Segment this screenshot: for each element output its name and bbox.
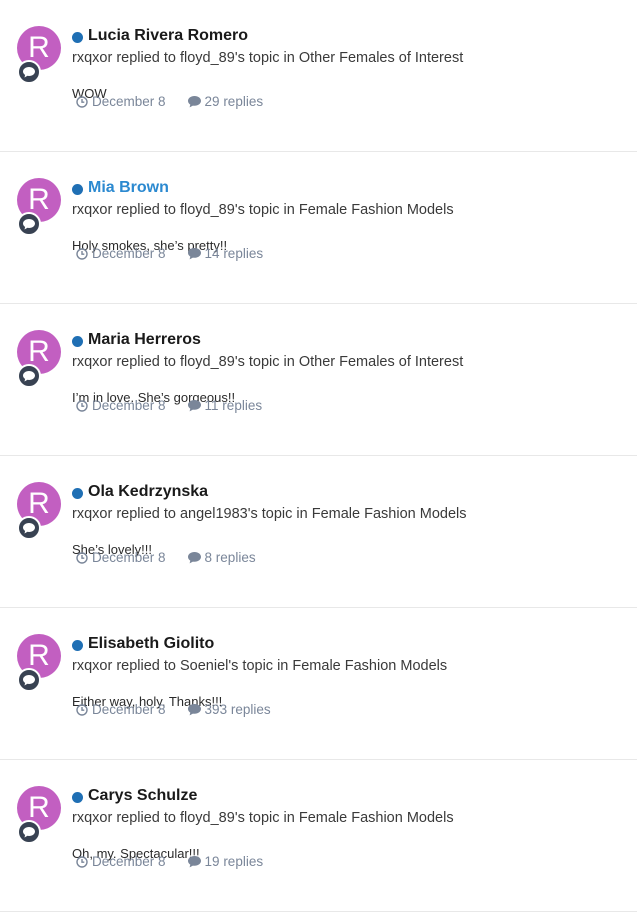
comment-icon xyxy=(17,364,41,388)
unread-indicator xyxy=(72,335,83,347)
reply-count-label: 393 replies xyxy=(204,702,271,717)
post-date[interactable]: December 8 xyxy=(76,550,166,565)
activity-feed: R Lucia Rivera Romero rxqxor replied to … xyxy=(0,0,637,912)
reply-count: 14 replies xyxy=(187,246,264,261)
clock-icon xyxy=(76,399,88,412)
reply-count-label: 8 replies xyxy=(204,550,256,565)
topic-title-link[interactable]: Elisabeth Giolito xyxy=(88,635,214,653)
reply-count-label: 29 replies xyxy=(204,94,264,109)
activity-item: R Mia Brown rxqxor replied to floyd_89's… xyxy=(0,152,637,304)
comment-icon xyxy=(187,703,201,715)
reply-count: 19 replies xyxy=(187,854,264,869)
comment-icon xyxy=(17,820,41,844)
topic-title-link[interactable]: Mia Brown xyxy=(88,179,169,197)
reply-count-label: 11 replies xyxy=(204,398,263,413)
unread-indicator xyxy=(72,31,83,43)
activity-item: R Maria Herreros rxqxor replied to floyd… xyxy=(0,304,637,456)
topic-title-link[interactable]: Maria Herreros xyxy=(88,331,201,349)
post-date-label: December 8 xyxy=(92,246,166,261)
clock-icon xyxy=(76,551,88,564)
reply-count-label: 19 replies xyxy=(204,854,264,869)
unread-indicator xyxy=(72,639,83,651)
activity-description: rxqxor replied to floyd_89's topic in Ot… xyxy=(72,50,464,66)
topic-title-link[interactable]: Ola Kedrzynska xyxy=(88,483,208,501)
post-date[interactable]: December 8 xyxy=(76,398,166,413)
reply-count-label: 14 replies xyxy=(204,246,264,261)
clock-icon xyxy=(76,247,88,260)
post-date[interactable]: December 8 xyxy=(76,702,166,717)
reply-count: 8 replies xyxy=(187,550,256,565)
post-date-label: December 8 xyxy=(92,398,166,413)
comment-icon xyxy=(187,855,201,867)
reply-count: 29 replies xyxy=(187,94,264,109)
activity-description: rxqxor replied to floyd_89's topic in Fe… xyxy=(72,810,454,826)
post-date[interactable]: December 8 xyxy=(76,854,166,869)
item-meta: December 8 8 replies xyxy=(76,550,256,565)
comment-icon xyxy=(17,516,41,540)
clock-icon xyxy=(76,703,88,716)
activity-description: rxqxor replied to Soeniel's topic in Fem… xyxy=(72,658,448,674)
activity-description: rxqxor replied to floyd_89's topic in Ot… xyxy=(72,354,464,370)
comment-icon xyxy=(187,247,201,259)
activity-item: R Lucia Rivera Romero rxqxor replied to … xyxy=(0,0,637,152)
activity-description: rxqxor replied to floyd_89's topic in Fe… xyxy=(72,202,454,218)
post-date-label: December 8 xyxy=(92,550,166,565)
unread-indicator xyxy=(72,791,83,803)
post-date[interactable]: December 8 xyxy=(76,94,166,109)
reply-count: 393 replies xyxy=(187,702,271,717)
comment-icon xyxy=(17,60,41,84)
item-meta: December 8 19 replies xyxy=(76,854,263,869)
post-date-label: December 8 xyxy=(92,94,166,109)
comment-icon xyxy=(187,399,201,411)
item-meta: December 8 14 replies xyxy=(76,246,263,261)
post-date-label: December 8 xyxy=(92,702,166,717)
topic-title-link[interactable]: Carys Schulze xyxy=(88,787,197,805)
activity-description: rxqxor replied to angel1983's topic in F… xyxy=(72,506,467,522)
unread-indicator xyxy=(72,183,83,195)
unread-indicator xyxy=(72,487,83,499)
item-meta: December 8 11 replies xyxy=(76,398,262,413)
activity-item: R Elisabeth Giolito rxqxor replied to So… xyxy=(0,608,637,760)
comment-icon xyxy=(17,212,41,236)
post-date[interactable]: December 8 xyxy=(76,246,166,261)
item-meta: December 8 29 replies xyxy=(76,94,263,109)
clock-icon xyxy=(76,95,88,108)
comment-icon xyxy=(187,95,201,107)
comment-icon xyxy=(187,551,201,563)
clock-icon xyxy=(76,855,88,868)
topic-title-link[interactable]: Lucia Rivera Romero xyxy=(88,27,248,45)
post-date-label: December 8 xyxy=(92,854,166,869)
activity-item: R Carys Schulze rxqxor replied to floyd_… xyxy=(0,760,637,912)
reply-count: 11 replies xyxy=(187,398,263,413)
comment-icon xyxy=(17,668,41,692)
item-meta: December 8 393 replies xyxy=(76,702,271,717)
activity-item: R Ola Kedrzynska rxqxor replied to angel… xyxy=(0,456,637,608)
